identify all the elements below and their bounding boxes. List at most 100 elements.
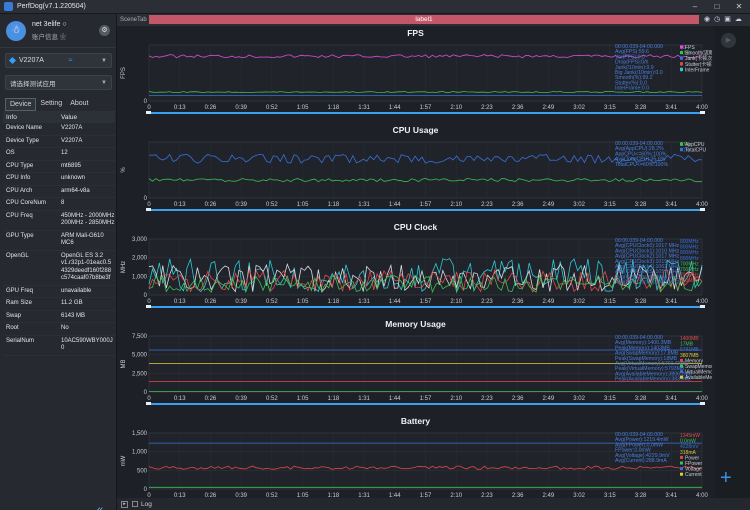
legend-name[interactable]: Current <box>685 472 702 478</box>
info-value: arm64-v8a <box>61 187 90 194</box>
time-scrollbar[interactable] <box>149 112 702 114</box>
x-tick-label: 0 <box>147 299 151 305</box>
log-checkbox[interactable] <box>132 501 138 507</box>
expand-log-icon[interactable]: ▸ <box>121 500 128 508</box>
x-tick-label: 1:05 <box>297 105 309 111</box>
scroll-handle-left[interactable] <box>146 402 151 405</box>
cloud-icon[interactable]: ☁ <box>735 15 742 23</box>
time-scrollbar[interactable] <box>149 209 702 211</box>
info-header-value: Value <box>61 113 78 121</box>
legend-value: 800MHz <box>680 278 699 284</box>
info-row: CPU Arch arm64-v8a <box>3 186 115 198</box>
clock-icon[interactable]: ◷ <box>714 15 720 23</box>
scroll-handle-right[interactable] <box>700 111 705 114</box>
folder-icon[interactable]: ▣ <box>724 15 731 23</box>
info-value: 6143 MB <box>61 312 86 319</box>
settings-icon[interactable]: ⚙ <box>99 25 110 36</box>
info-value: mt6895 <box>61 162 82 169</box>
maximize-icon[interactable]: □ <box>706 0 728 14</box>
avatar[interactable]: ☃ <box>6 20 26 41</box>
sidebar-tabs: Device Setting About <box>5 98 93 111</box>
time-scrollbar[interactable] <box>149 306 702 308</box>
chart-svg[interactable]: 0%0 0:13 0:26 0:39 0:52 1:05 1:18 1:31 1:44 1:57 2… <box>119 136 712 211</box>
scene-label[interactable]: label1 <box>149 15 699 24</box>
chart-title: FPS <box>407 28 424 38</box>
info-row: CPU CoreNum 8 <box>3 198 115 211</box>
log-label: Log <box>141 500 152 508</box>
info-key: GPU Type <box>6 232 34 239</box>
x-tick-label: 3:41 <box>665 299 677 305</box>
chart-panel-4: Battery 1,500 1,000 500 0 mW 0 0:13 0:26 0:39 0:52… <box>119 416 712 502</box>
device-selector[interactable]: V2207A ≈ ▼ <box>5 53 112 68</box>
perfdog-window: PerfDog(v7.1.220504) – □ ✕ ☃ net 3elife … <box>0 0 750 510</box>
info-key: Device Name <box>6 125 43 131</box>
info-value: V2207A <box>61 137 83 144</box>
x-tick-label: 0:26 <box>205 105 217 111</box>
legend-swatch <box>680 62 683 66</box>
scroll-handle-right[interactable] <box>700 208 705 211</box>
scene-tab-label[interactable]: SceneTab <box>120 17 150 23</box>
chart-svg[interactable]: 3,0002,0001,0000MHz0 0:13 0:26 0:39 0:52 1:05… <box>119 233 712 308</box>
close-icon[interactable]: ✕ <box>728 0 750 14</box>
account-panel: ☃ net 3elife ○ 账户信息 ❀ ⚙ <box>0 14 116 48</box>
x-tick-label: 2:23 <box>481 299 493 305</box>
legend-name[interactable]: InterFrame <box>685 67 710 73</box>
y-tick-label: 5,000 <box>132 353 148 359</box>
x-tick-label: 3:02 <box>573 299 585 305</box>
legend-swatch <box>680 148 683 152</box>
legend-name[interactable]: AvailableMemory <box>685 375 712 381</box>
legend-name[interactable]: TotalCPU <box>685 148 707 154</box>
window-controls: – □ ✕ <box>684 0 750 14</box>
x-tick-label: 3:02 <box>573 105 585 111</box>
info-key: Ram Size <box>6 300 33 306</box>
chart-svg[interactable]: 0FPS0 0:13 0:26 0:39 0:52 1:05 1:18 1:31 1:44 1:5… <box>119 39 712 114</box>
x-tick-label: 4:00 <box>696 105 708 111</box>
scroll-handle-left[interactable] <box>146 111 151 114</box>
chart-title: Battery <box>400 416 431 426</box>
app-selector[interactable]: 请选择测试应用 ▼ <box>5 75 112 90</box>
minimize-icon[interactable]: – <box>684 0 706 14</box>
x-tick-label: 1:57 <box>420 396 432 402</box>
device-name: V2207A <box>19 57 44 64</box>
chart-svg[interactable]: 7,5005,0002,5000MB0 0:13 0:26 0:39 0:52 1:05 1… <box>119 330 712 405</box>
x-tick-label: 3:15 <box>604 202 616 208</box>
y-tick-label: 2,500 <box>132 371 148 377</box>
x-tick-label: 0:39 <box>235 202 247 208</box>
scroll-handle-right[interactable] <box>700 402 705 405</box>
time-scrollbar[interactable] <box>149 403 702 405</box>
app-placeholder: 请选择测试应用 <box>10 80 56 88</box>
tab-about[interactable]: About <box>66 98 92 111</box>
x-tick-label: 2:36 <box>512 396 524 402</box>
x-tick-label: 0:52 <box>266 396 278 402</box>
info-value: No <box>61 325 69 331</box>
scroll-handle-left[interactable] <box>146 305 151 308</box>
right-control-strip <box>714 26 750 498</box>
x-tick-label: 1:18 <box>327 299 339 305</box>
legend-swatch <box>680 455 683 459</box>
y-axis-label: FPS <box>121 67 127 79</box>
location-icon[interactable]: ◉ <box>704 15 710 23</box>
x-tick-label: 3:15 <box>604 105 616 111</box>
tab-setting[interactable]: Setting <box>36 98 66 111</box>
info-key: Swap <box>6 312 22 319</box>
info-value: 8 <box>61 200 65 206</box>
account-info-link[interactable]: 账户信息 ❀ <box>32 31 99 41</box>
x-tick-label: 2:23 <box>481 202 493 208</box>
add-chart-icon[interactable]: + <box>720 467 732 490</box>
scroll-handle-left[interactable] <box>146 208 151 211</box>
x-tick-label: 1:31 <box>358 105 370 111</box>
tab-device[interactable]: Device <box>5 98 37 111</box>
x-tick-label: 3:15 <box>604 396 616 402</box>
play-icon[interactable]: ▶ <box>721 33 736 48</box>
scroll-handle-right[interactable] <box>700 305 705 308</box>
collapse-sidebar-icon[interactable]: « <box>97 504 103 510</box>
x-tick-label: 2:49 <box>543 396 555 402</box>
info-key: OS <box>6 150 15 156</box>
info-key: CPU CoreNum <box>6 200 47 206</box>
info-row: Device Type V2207A <box>3 136 115 148</box>
chart-svg[interactable]: 1,5001,0005000mW0 0:13 0:26 0:39 0:52 1:05 1:1… <box>119 427 712 502</box>
x-tick-label: 2:49 <box>543 299 555 305</box>
x-tick-label: 1:31 <box>358 202 370 208</box>
x-tick-label: 0:52 <box>266 202 278 208</box>
y-tick-label: 1,000 <box>132 450 148 456</box>
